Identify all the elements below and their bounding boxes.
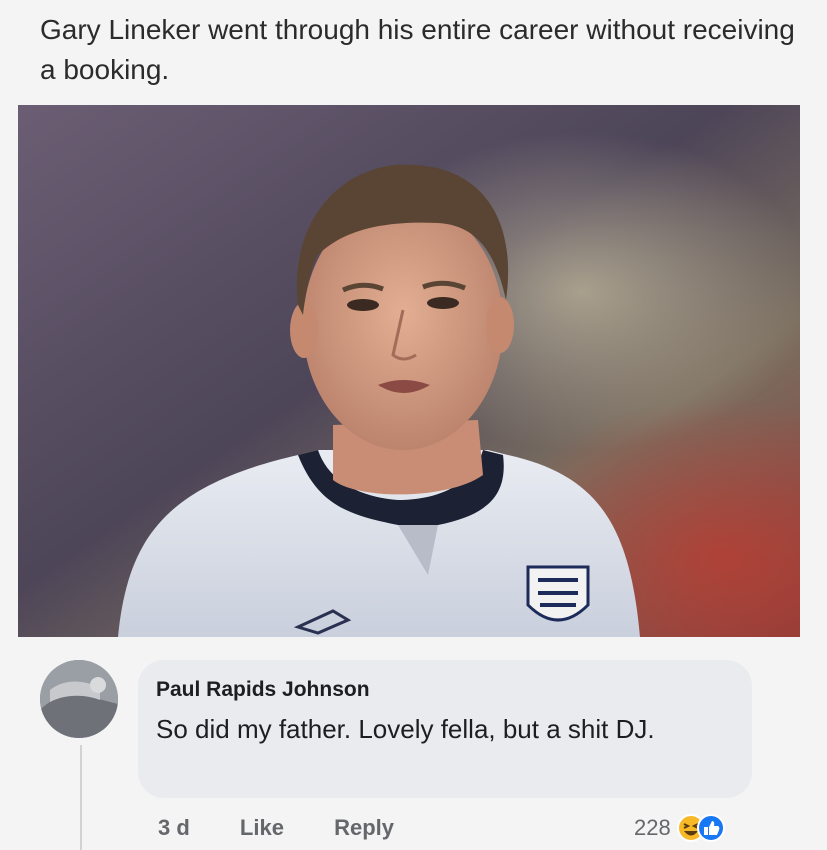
reply-button[interactable]: Reply <box>334 815 394 841</box>
post-photo[interactable] <box>18 105 800 637</box>
like-button[interactable]: Like <box>240 815 284 841</box>
reaction-icons <box>676 814 725 842</box>
comment-bubble: Paul Rapids Johnson So did my father. Lo… <box>138 660 752 798</box>
reaction-count: 228 <box>634 815 671 840</box>
avatar-image <box>40 660 118 738</box>
footballer-photo <box>18 105 800 637</box>
comment-text: So did my father. Lovely fella, but a sh… <box>156 714 655 744</box>
post-text: Gary Lineker went through his entire car… <box>40 14 795 85</box>
comment-author[interactable]: Paul Rapids Johnson <box>156 678 370 702</box>
three-lions-badge <box>526 565 590 622</box>
comment-actions: 3 d Like Reply <box>158 815 438 845</box>
reaction-summary[interactable]: 228 <box>634 810 727 846</box>
comment-thread-line <box>80 745 82 850</box>
comment-timestamp[interactable]: 3 d <box>158 815 190 841</box>
avatar[interactable] <box>40 660 118 738</box>
like-reaction-icon <box>696 814 725 842</box>
